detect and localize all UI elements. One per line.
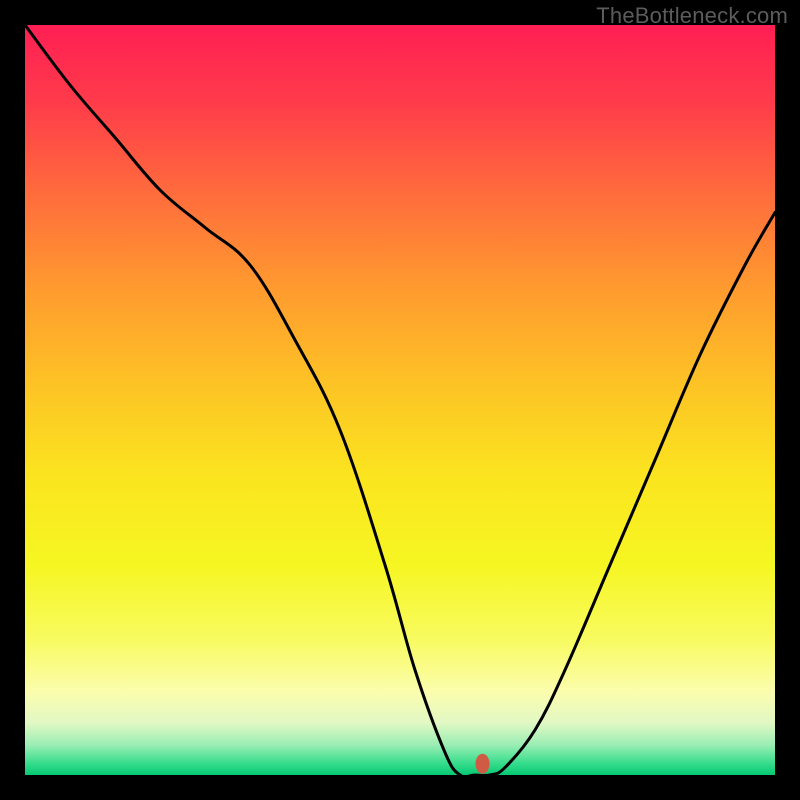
watermark-text: TheBottleneck.com [596, 3, 788, 29]
chart-frame: TheBottleneck.com [0, 0, 800, 800]
marker-dot [476, 754, 490, 774]
chart-background [25, 25, 775, 775]
chart-svg [25, 25, 775, 775]
plot-area [25, 25, 775, 775]
